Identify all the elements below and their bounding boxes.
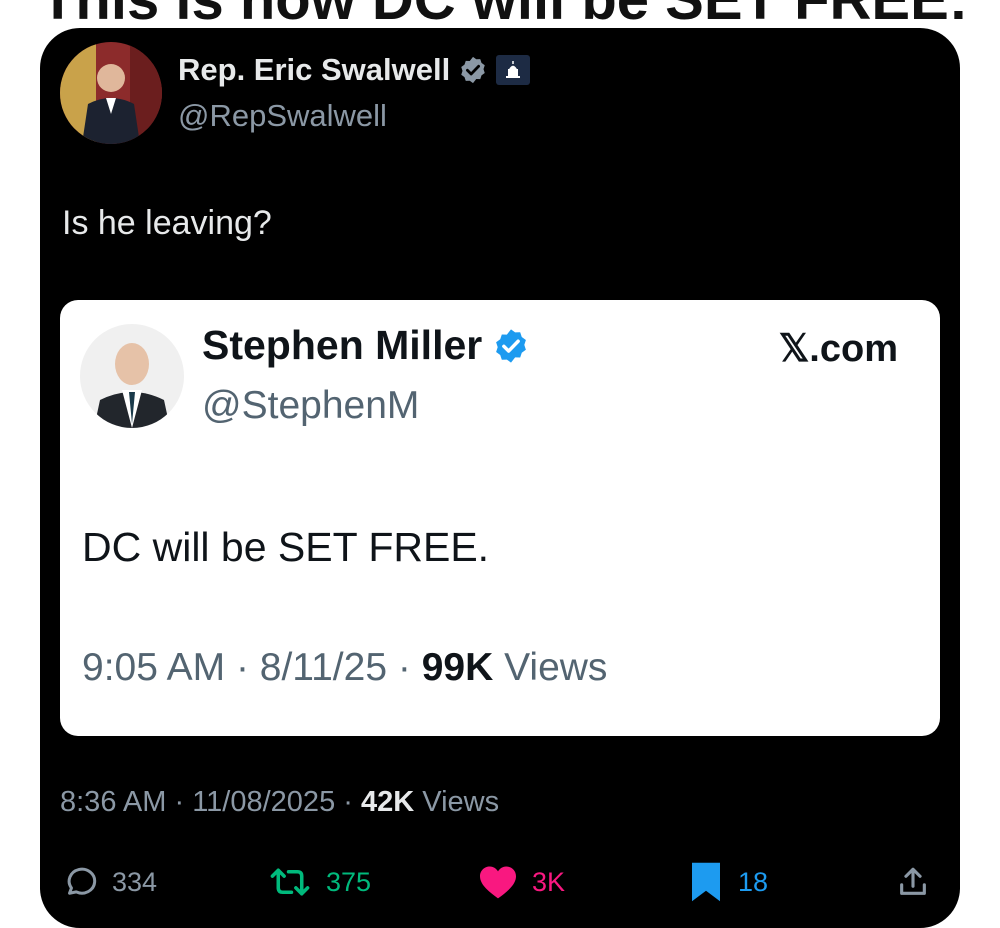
quoted-text: DC will be SET FREE. xyxy=(82,524,490,570)
reply-count: 334 xyxy=(112,866,158,897)
repost-count: 375 xyxy=(326,866,372,897)
quoted-author-avatar[interactable] xyxy=(80,324,184,428)
post-time[interactable]: 8:36 AM xyxy=(60,786,166,818)
post-views-count: 42K xyxy=(361,786,415,818)
x-site-label[interactable]: 𝕏.com xyxy=(779,326,898,371)
bookmark-button[interactable]: 18 xyxy=(688,862,769,902)
author-handle[interactable]: @RepSwalwell xyxy=(178,98,387,134)
quoted-metadata: 9:05 AM · 8/11/25 · 99K Views xyxy=(82,646,608,689)
verified-icon xyxy=(496,328,527,363)
repost-button[interactable]: 375 xyxy=(268,864,371,900)
quoted-tweet[interactable]: Stephen Miller @StephenM 𝕏.com DC will b… xyxy=(60,300,940,736)
author-avatar[interactable] xyxy=(60,42,162,144)
heart-icon xyxy=(480,866,516,899)
like-count: 3K xyxy=(532,866,566,897)
post-text: Is he leaving? xyxy=(62,204,272,242)
post-views-label: Views xyxy=(422,786,500,818)
repost-icon xyxy=(270,868,310,896)
author-name[interactable]: Rep. Eric Swalwell xyxy=(178,52,531,88)
reply-icon xyxy=(67,867,97,895)
quoted-author-handle[interactable]: @StephenM xyxy=(202,384,419,428)
share-icon xyxy=(900,867,926,895)
post-metadata: 8:36 AM · 11/08/2025 · 42K Views xyxy=(60,786,500,818)
like-button[interactable]: 3K xyxy=(478,864,565,900)
verified-icon xyxy=(461,56,485,84)
quoted-views-count: 99K xyxy=(421,646,494,689)
quoted-time: 9:05 AM xyxy=(82,646,226,689)
post-date[interactable]: 11/08/2025 xyxy=(192,786,335,818)
bookmark-icon xyxy=(692,862,720,902)
government-badge-icon xyxy=(496,55,531,85)
quoted-views-label: Views xyxy=(504,646,608,689)
tweet-card: Rep. Eric Swalwell @RepSwalwell Is he le… xyxy=(40,28,960,928)
share-button[interactable] xyxy=(896,864,930,900)
bookmark-count: 18 xyxy=(738,866,769,897)
reply-button[interactable]: 334 xyxy=(62,864,157,900)
quoted-date: 8/11/25 xyxy=(259,646,388,689)
quoted-author-name[interactable]: Stephen Miller xyxy=(202,322,530,369)
